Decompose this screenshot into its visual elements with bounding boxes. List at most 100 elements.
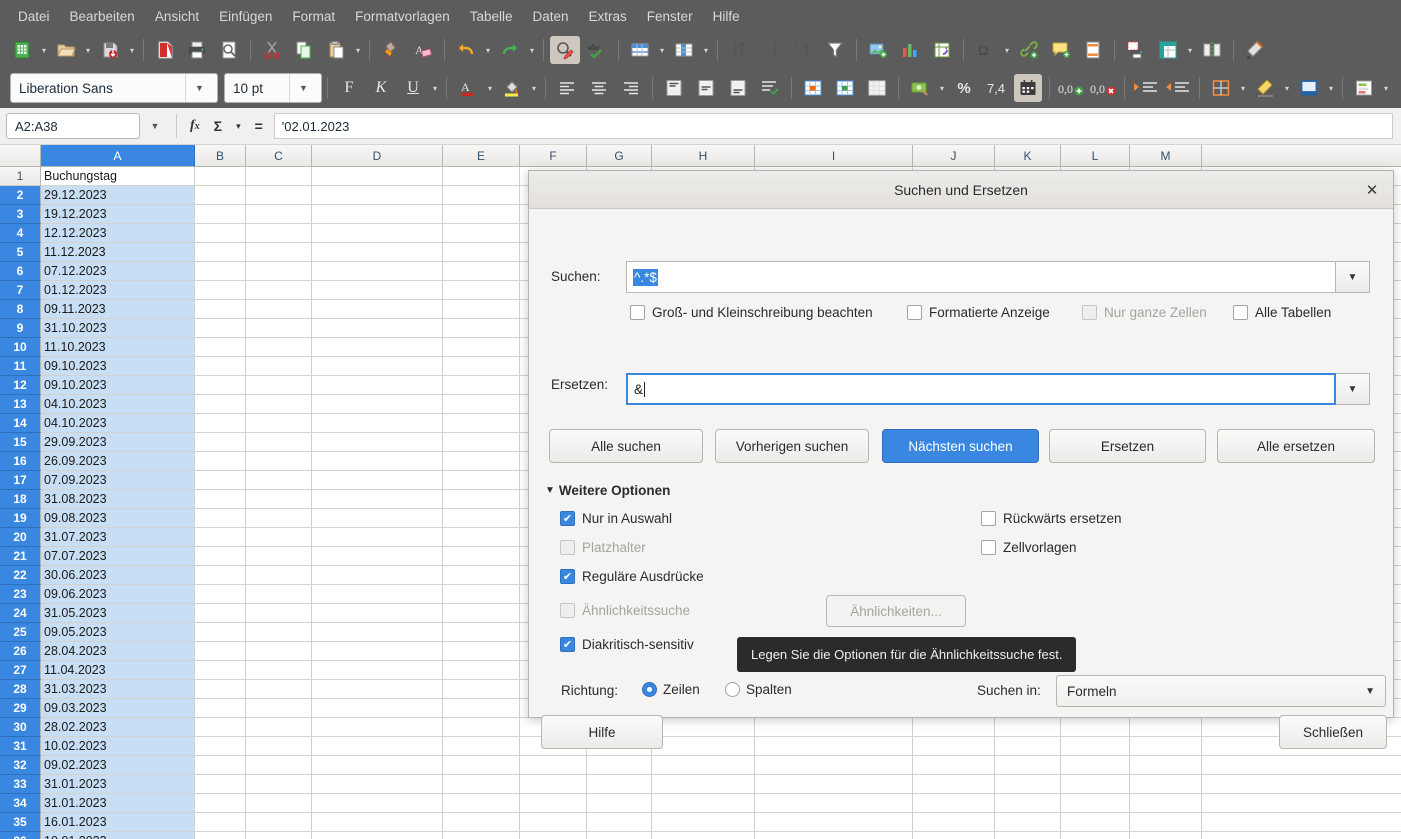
cell-E36[interactable] [443,832,520,839]
cell-A10[interactable]: 11.10.2023 [41,338,195,357]
cell-E18[interactable] [443,490,520,509]
cell-D17[interactable] [312,471,443,490]
cell-A12[interactable]: 09.10.2023 [41,376,195,395]
row-header-20[interactable]: 20 [0,528,41,547]
cell-B3[interactable] [195,205,246,224]
cell-E32[interactable] [443,756,520,775]
border-color-caret-icon[interactable]: ▾ [1325,74,1337,102]
cell-D6[interactable] [312,262,443,281]
cell-D26[interactable] [312,642,443,661]
export-pdf-icon[interactable] [150,36,180,64]
replace-button[interactable]: Ersetzen [1049,429,1206,463]
cell-D16[interactable] [312,452,443,471]
cell-L36[interactable] [1061,832,1130,839]
redo-caret-icon[interactable]: ▾ [526,36,538,64]
row-header-12[interactable]: 12 [0,376,41,395]
cell-undefined32[interactable] [1202,756,1401,775]
row-header-26[interactable]: 26 [0,642,41,661]
cell-C34[interactable] [246,794,312,813]
cell-E31[interactable] [443,737,520,756]
bold-icon[interactable]: F [335,74,363,102]
cell-E20[interactable] [443,528,520,547]
italic-icon[interactable]: K [367,74,395,102]
new-document-icon[interactable] [7,36,37,64]
cell-L32[interactable] [1061,756,1130,775]
row-header-3[interactable]: 3 [0,205,41,224]
checkbox-cell-styles[interactable]: Zellvorlagen [981,540,1077,555]
cell-M33[interactable] [1130,775,1202,794]
cell-D25[interactable] [312,623,443,642]
formula-icon[interactable]: = [248,118,270,134]
cell-E10[interactable] [443,338,520,357]
sort-ascending-icon[interactable]: A [756,36,786,64]
border-style-icon[interactable] [1251,74,1279,102]
cell-J34[interactable] [913,794,995,813]
cell-C6[interactable] [246,262,312,281]
row-header-8[interactable]: 8 [0,300,41,319]
cell-C25[interactable] [246,623,312,642]
checkbox-regular-expressions[interactable]: ✔ Reguläre Ausdrücke [560,569,704,584]
checkbox-all-sheets[interactable]: Alle Tabellen [1233,305,1331,320]
format-as-date-icon[interactable] [1014,74,1042,102]
cell-E3[interactable] [443,205,520,224]
column-header-b[interactable]: B [195,145,246,167]
insert-column-caret-icon[interactable]: ▾ [700,36,712,64]
cell-G36[interactable] [587,832,652,839]
cell-D14[interactable] [312,414,443,433]
cell-B19[interactable] [195,509,246,528]
cell-A28[interactable]: 31.03.2023 [41,680,195,699]
function-wizard-icon[interactable]: fx [183,118,207,134]
row-header-36[interactable]: 36 [0,832,41,839]
cell-D19[interactable] [312,509,443,528]
font-name-caret-icon[interactable]: ▼ [185,74,213,102]
cell-A6[interactable]: 07.12.2023 [41,262,195,281]
cell-C2[interactable] [246,186,312,205]
open-document-icon[interactable] [51,36,81,64]
cell-L30[interactable] [1061,718,1130,737]
cell-C30[interactable] [246,718,312,737]
checkbox-current-selection-only[interactable]: ✔ Nur in Auswahl [560,511,672,526]
paste-caret-icon[interactable]: ▾ [352,36,364,64]
cell-A8[interactable]: 09.11.2023 [41,300,195,319]
column-header-l[interactable]: L [1061,145,1130,167]
cell-C33[interactable] [246,775,312,794]
format-as-currency-icon[interactable] [906,74,934,102]
row-header-1[interactable]: 1 [0,167,41,186]
cell-C11[interactable] [246,357,312,376]
format-as-percent-icon[interactable]: % [950,74,978,102]
find-all-button[interactable]: Alle suchen [549,429,703,463]
cell-K31[interactable] [995,737,1061,756]
cell-K36[interactable] [995,832,1061,839]
merge-and-center-cells-icon[interactable] [831,74,859,102]
cell-B5[interactable] [195,243,246,262]
search-input[interactable]: ^.*$ [626,261,1336,293]
cell-C26[interactable] [246,642,312,661]
define-print-area-icon[interactable] [1121,36,1151,64]
cell-C27[interactable] [246,661,312,680]
cell-C13[interactable] [246,395,312,414]
undo-icon[interactable] [451,36,481,64]
menu-item-format[interactable]: Format [282,5,345,28]
sort-descending-icon[interactable]: Z [788,36,818,64]
menu-item-ansicht[interactable]: Ansicht [145,5,209,28]
cell-M34[interactable] [1130,794,1202,813]
cell-C1[interactable] [246,167,312,186]
border-style-caret-icon[interactable]: ▾ [1281,74,1293,102]
cell-A3[interactable]: 19.12.2023 [41,205,195,224]
cell-G33[interactable] [587,775,652,794]
cell-A4[interactable]: 12.12.2023 [41,224,195,243]
menu-item-hilfe[interactable]: Hilfe [703,5,750,28]
replace-history-dropdown-icon[interactable]: ▼ [1336,373,1370,405]
row-header-33[interactable]: 33 [0,775,41,794]
row-header-9[interactable]: 9 [0,319,41,338]
align-top-icon[interactable] [660,74,688,102]
row-header-4[interactable]: 4 [0,224,41,243]
cell-A27[interactable]: 11.04.2023 [41,661,195,680]
select-all-corner[interactable] [0,145,41,167]
cell-A9[interactable]: 31.10.2023 [41,319,195,338]
cell-D10[interactable] [312,338,443,357]
cell-C5[interactable] [246,243,312,262]
conditional-formatting-caret-icon[interactable]: ▾ [1380,74,1392,102]
close-icon[interactable]: ✕ [1361,180,1383,200]
cell-B14[interactable] [195,414,246,433]
